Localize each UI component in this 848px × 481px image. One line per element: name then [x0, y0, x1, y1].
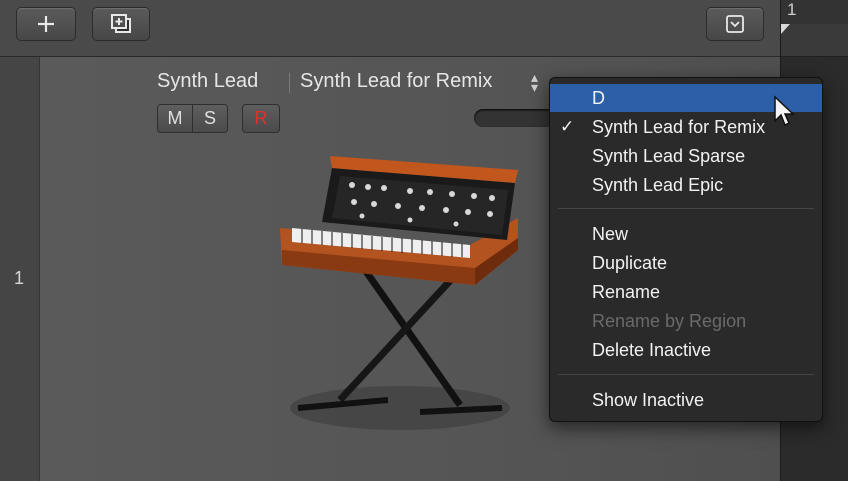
add-track-button[interactable]: [16, 7, 76, 41]
plus-icon: [38, 16, 54, 32]
track-toolbar: [0, 0, 780, 57]
menu-item-delete-inactive[interactable]: Delete Inactive: [550, 336, 822, 364]
patch-menu-chevron-icon[interactable]: ▴ ▾: [531, 70, 538, 94]
duplicate-track-button[interactable]: [92, 7, 150, 41]
bar-ruler[interactable]: 1: [781, 0, 848, 25]
bar-number: 1: [787, 0, 797, 19]
menu-item-new[interactable]: New: [550, 220, 822, 248]
menu-item-synth-lead-sparse[interactable]: Synth Lead Sparse: [550, 142, 822, 170]
duplicate-track-icon: [111, 14, 131, 33]
menu-item-rename-by-region: Rename by Region: [592, 311, 747, 331]
synth-keyboard-icon: [280, 156, 518, 430]
menu-item-synth-lead-epic[interactable]: Synth Lead Epic: [550, 171, 822, 199]
mute-solo-group: M S: [157, 104, 228, 133]
track-number: 1: [14, 268, 25, 288]
patch-name[interactable]: Synth Lead for Remix: [300, 70, 492, 93]
collapse-icon: [726, 15, 744, 33]
menu-item-show-inactive[interactable]: Show Inactive: [550, 386, 822, 414]
record-enable-button[interactable]: R: [242, 104, 280, 133]
track-name[interactable]: Synth Lead: [157, 70, 258, 93]
track-number-column: 1: [0, 57, 40, 481]
menu-separator: [558, 208, 814, 209]
playhead-marker-icon[interactable]: [781, 24, 790, 34]
checkmark-icon: ✓: [560, 117, 575, 136]
name-separator: [289, 73, 290, 93]
marker-strip[interactable]: [781, 24, 848, 57]
solo-button[interactable]: S: [192, 105, 227, 132]
menu-item-duplicate[interactable]: Duplicate: [550, 249, 822, 277]
menu-separator: [558, 374, 814, 375]
collapse-button[interactable]: [706, 7, 764, 41]
mouse-pointer-icon: [774, 95, 795, 127]
mute-button[interactable]: M: [158, 105, 192, 132]
menu-item-rename[interactable]: Rename: [550, 278, 822, 306]
